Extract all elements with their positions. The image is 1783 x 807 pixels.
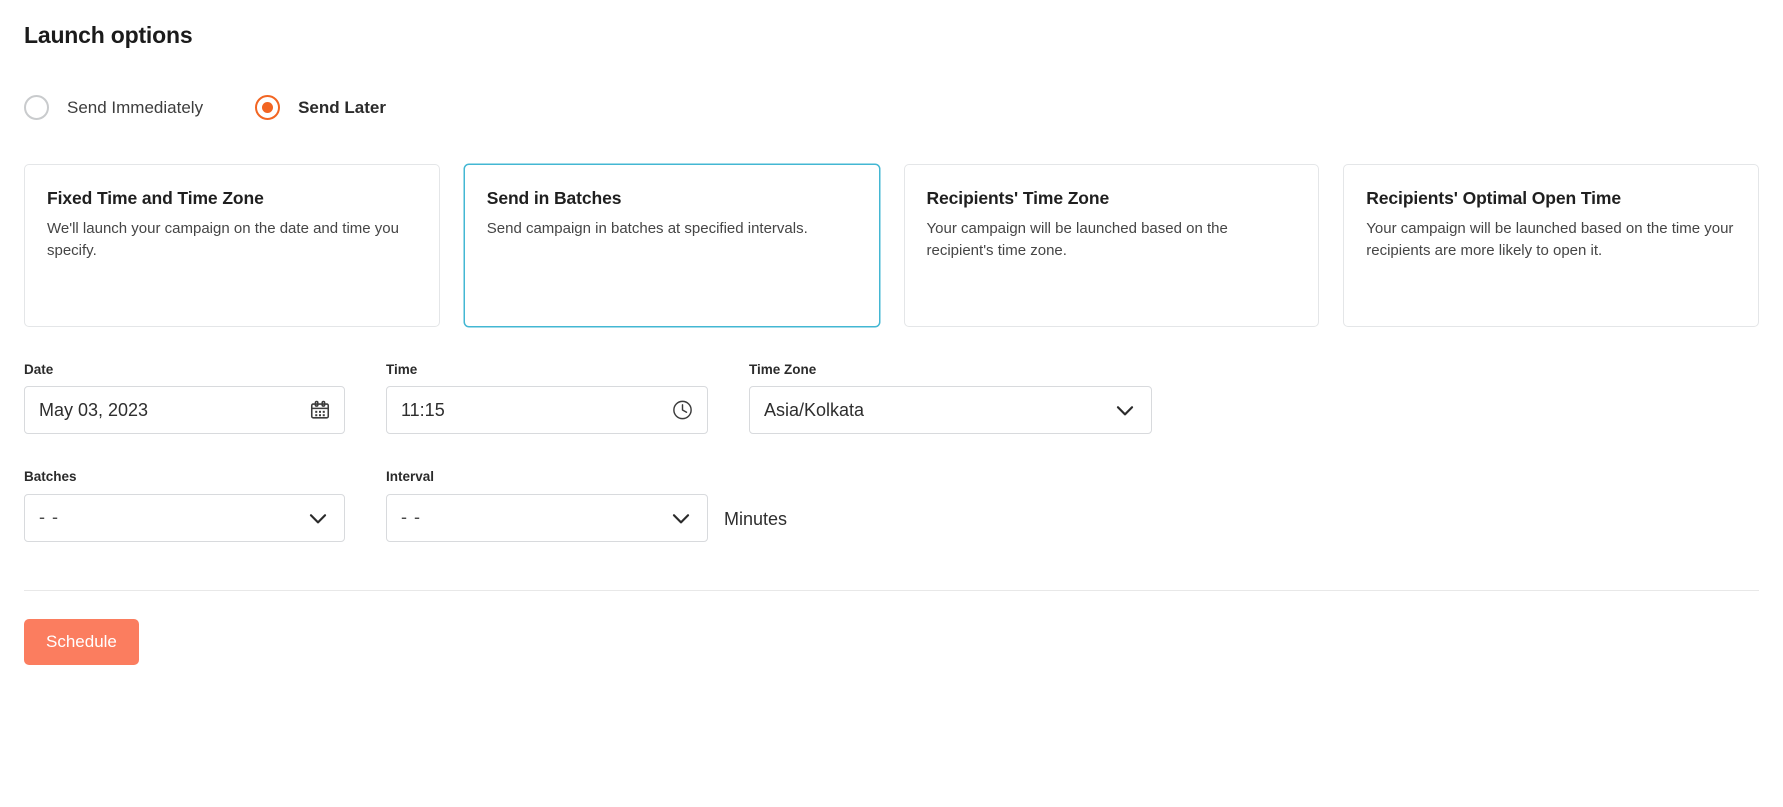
schedule-button[interactable]: Schedule	[24, 618, 139, 665]
interval-unit-label: Minutes	[724, 508, 788, 529]
batches-select[interactable]: - -	[24, 493, 345, 542]
radio-icon-unchecked[interactable]	[24, 95, 49, 121]
schedule-card-title: Recipients' Time Zone	[926, 187, 1110, 208]
interval-select[interactable]: - -	[386, 493, 708, 542]
interval-field-group: Interval - -	[386, 470, 708, 542]
time-input[interactable]: 11:15	[386, 386, 708, 435]
schedule-card-send-in-batches[interactable]: Send in Batches Send campaign in batches…	[463, 163, 880, 327]
date-input[interactable]: May 03, 2023	[24, 386, 345, 435]
schedule-type-card-list: Fixed Time and Time Zone We'll launch yo…	[24, 163, 1759, 327]
timezone-select[interactable]: Asia/Kolkata	[749, 386, 1152, 435]
footer-actions: Schedule	[24, 591, 1759, 665]
radio-label-send-later: Send Later	[298, 97, 386, 117]
schedule-card-fixed-time[interactable]: Fixed Time and Time Zone We'll launch yo…	[24, 163, 440, 327]
interval-label: Interval	[386, 469, 435, 485]
batches-form-row: Batches - - Interval - - Minutes	[24, 470, 1759, 542]
schedule-card-title: Send in Batches	[486, 187, 622, 208]
schedule-card-description: Send campaign in batches at specified in…	[486, 220, 808, 238]
timezone-value: Asia/Kolkata	[764, 399, 865, 420]
radio-label-send-immediately: Send Immediately	[67, 97, 204, 117]
time-field-group: Time 11:15	[386, 363, 708, 435]
schedule-card-description: We'll launch your campaign on the date a…	[47, 220, 399, 259]
date-field-group: Date May 03, 2023	[24, 363, 345, 435]
schedule-card-recipients-time-zone[interactable]: Recipients' Time Zone Your campaign will…	[903, 163, 1320, 327]
chevron-down-icon[interactable]	[668, 505, 694, 531]
calendar-icon[interactable]	[309, 399, 331, 421]
radio-option-send-later[interactable]: Send Later	[255, 95, 386, 121]
schedule-card-title: Fixed Time and Time Zone	[47, 187, 264, 208]
schedule-card-description: Your campaign will be launched based on …	[1366, 220, 1734, 259]
launch-mode-radio-group: Send Immediately Send Later	[24, 94, 1759, 122]
batches-field-group: Batches - -	[24, 470, 345, 542]
interval-value: - -	[401, 507, 421, 528]
date-label: Date	[24, 361, 54, 377]
timezone-field-group: Time Zone Asia/Kolkata	[749, 363, 1152, 435]
schedule-card-recipients-optimal-open-time[interactable]: Recipients' Optimal Open Time Your campa…	[1343, 163, 1759, 327]
radio-option-send-immediately[interactable]: Send Immediately	[24, 95, 204, 121]
batches-value: - -	[39, 507, 59, 528]
date-value: May 03, 2023	[39, 399, 149, 420]
chevron-down-icon[interactable]	[305, 505, 331, 531]
time-value: 11:15	[401, 399, 445, 420]
time-label: Time	[386, 361, 418, 377]
clock-icon[interactable]	[671, 399, 694, 422]
launch-options-page: Launch options Send Immediately Send Lat…	[0, 0, 1783, 665]
page-title: Launch options	[24, 22, 193, 48]
radio-icon-checked[interactable]	[255, 95, 281, 121]
chevron-down-icon[interactable]	[1112, 397, 1138, 423]
datetime-form-row: Date May 03, 2023 Time 11:15 Time Zone A…	[24, 363, 1759, 435]
schedule-card-description: Your campaign will be launched based on …	[926, 220, 1228, 259]
schedule-card-title: Recipients' Optimal Open Time	[1366, 187, 1621, 208]
timezone-label: Time Zone	[749, 361, 817, 377]
batches-label: Batches	[24, 469, 77, 485]
